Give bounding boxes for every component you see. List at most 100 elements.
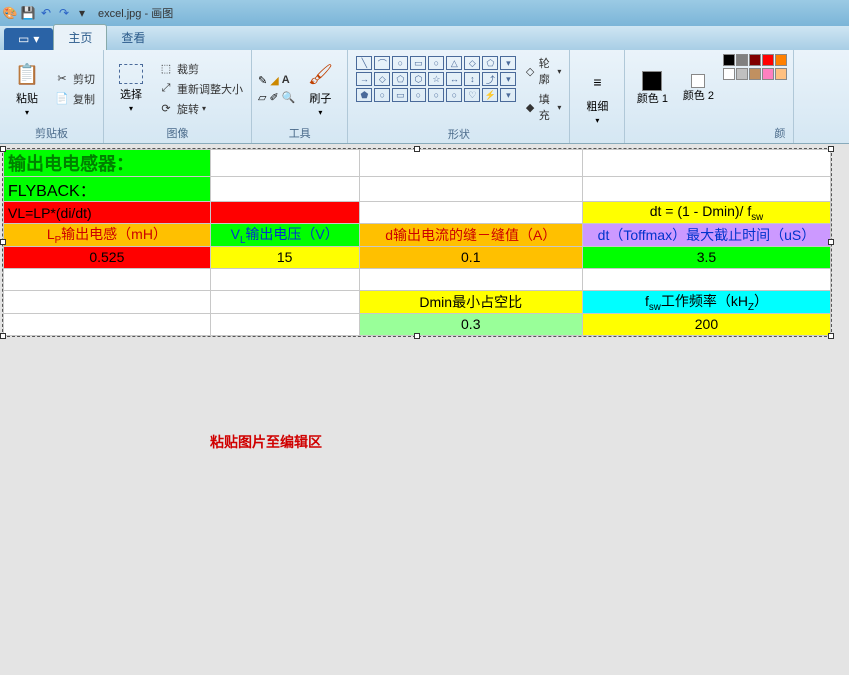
crop-button[interactable]: ⬚裁剪 [156, 60, 245, 78]
ribbon: 📋 粘贴 ▾ ✂剪切 📄复制 剪贴板 选择 ▾ ⬚裁剪 ⤢重新调整大小 ⟳旋转▾ [0, 50, 849, 144]
group-label: 颜 [631, 123, 787, 141]
undo-icon[interactable]: ↶ [38, 5, 54, 21]
dropdown-icon: ▾ [202, 104, 206, 113]
cell: VL输出电压（V） [210, 224, 359, 247]
group-image: 选择 ▾ ⬚裁剪 ⤢重新调整大小 ⟳旋转▾ 图像 [104, 50, 252, 143]
eraser-icon[interactable]: ▱ [258, 91, 266, 104]
outline-button[interactable]: ◇轮廓▾ [522, 54, 563, 88]
file-tab[interactable]: ▭▾ [4, 28, 53, 50]
file-dropdown-icon: ▾ [33, 32, 39, 46]
cut-button[interactable]: ✂剪切 [52, 70, 97, 88]
size-icon: ≡ [583, 68, 611, 96]
resize-button[interactable]: ⤢重新调整大小 [156, 80, 245, 98]
dropdown-icon: ▾ [25, 108, 29, 117]
document-title: excel.jpg - 画图 [98, 5, 173, 21]
quick-access-toolbar: 🎨 💾 ↶ ↷ ▾ [2, 5, 90, 21]
crop-icon: ⬚ [158, 61, 174, 77]
cell: 0.1 [359, 246, 582, 268]
save-icon[interactable]: 💾 [20, 5, 36, 21]
color1-button[interactable]: 颜色 1 [631, 54, 673, 123]
paste-icon: 📋 [13, 60, 41, 88]
text-icon[interactable]: A [282, 74, 290, 87]
app-icon: 🎨 [2, 5, 18, 21]
size-button[interactable]: ≡ 粗细 ▾ [576, 54, 618, 139]
palette-color[interactable] [749, 54, 761, 66]
sel-handle[interactable] [828, 146, 834, 152]
picker-icon[interactable]: ✐ [269, 91, 278, 104]
canvas-area[interactable]: 输出电电感器： FLYBACK： VL=LP*(di/dt) dt = (1 -… [0, 144, 849, 675]
sel-handle[interactable] [0, 239, 6, 245]
palette-color[interactable] [736, 54, 748, 66]
cell: FLYBACK： [4, 177, 211, 202]
dropdown-icon: ▾ [318, 108, 322, 117]
copy-icon: 📄 [54, 91, 70, 107]
palette-color[interactable] [775, 54, 787, 66]
brush-icon: 🖌 [306, 60, 334, 88]
color2-button[interactable]: 颜色 2 [677, 54, 719, 123]
cell: 15 [210, 246, 359, 268]
sel-handle[interactable] [414, 146, 420, 152]
fill-button[interactable]: ◆填充▾ [522, 90, 563, 124]
select-icon [119, 64, 143, 84]
palette-color[interactable] [723, 68, 735, 80]
group-label: 工具 [258, 123, 341, 141]
cell: 200 [582, 313, 830, 335]
redo-icon[interactable]: ↷ [56, 5, 72, 21]
group-label: 剪贴板 [6, 123, 97, 141]
cell: fsw工作频率（kHZ） [582, 290, 830, 313]
group-label: 形状 [354, 124, 563, 142]
outline-icon: ◇ [524, 63, 535, 79]
color-palette[interactable] [723, 54, 787, 123]
group-clipboard: 📋 粘贴 ▾ ✂剪切 📄复制 剪贴板 [0, 50, 104, 143]
sel-handle[interactable] [414, 333, 420, 339]
cut-icon: ✂ [54, 71, 70, 87]
fill-icon[interactable]: ◢ [270, 74, 278, 87]
palette-color[interactable] [762, 68, 774, 80]
sel-handle[interactable] [0, 146, 6, 152]
cell: Dmin最小占空比 [359, 290, 582, 313]
qat-dropdown-icon[interactable]: ▾ [74, 5, 90, 21]
dropdown-icon: ▾ [595, 116, 599, 125]
title-bar: 🎨 💾 ↶ ↷ ▾ excel.jpg - 画图 [0, 0, 849, 26]
pencil-icon[interactable]: ✎ [258, 74, 267, 87]
select-button[interactable]: 选择 ▾ [110, 54, 152, 123]
fill-shape-icon: ◆ [524, 99, 535, 115]
cell: 3.5 [582, 246, 830, 268]
ribbon-tabs: ▭▾ 主页 查看 [0, 26, 849, 50]
cell: dt = (1 - Dmin)/ fsw [582, 202, 830, 224]
sel-handle[interactable] [828, 239, 834, 245]
palette-color[interactable] [749, 68, 761, 80]
cell: dt（Toffmax）最大截止时间（uS） [582, 224, 830, 247]
color1-swatch [642, 71, 662, 91]
cell: 输出电电感器： [4, 150, 211, 177]
tab-home[interactable]: 主页 [53, 24, 107, 50]
resize-icon: ⤢ [158, 81, 174, 97]
paste-hint: 粘贴图片至编辑区 [210, 432, 322, 452]
copy-button[interactable]: 📄复制 [52, 90, 97, 108]
cell: d输出电流的缝－缝值（A） [359, 224, 582, 247]
file-menu-icon: ▭ [18, 32, 29, 46]
group-shapes: ╲⌒○▭○△◇⬠▾ →◇⬠⬡☆↔↕⤴▾ ⬟○▭○○○♡⚡▾ ◇轮廓▾ ◆填充▾ … [348, 50, 570, 143]
palette-color[interactable] [775, 68, 787, 80]
sel-handle[interactable] [828, 333, 834, 339]
palette-color[interactable] [736, 68, 748, 80]
group-size: ≡ 粗细 ▾ [570, 50, 625, 143]
tab-view[interactable]: 查看 [107, 25, 159, 50]
rotate-button[interactable]: ⟳旋转▾ [156, 100, 245, 118]
palette-color[interactable] [723, 54, 735, 66]
cell: LP输出电感（mH） [4, 224, 211, 247]
brush-button[interactable]: 🖌 刷子 ▾ [299, 54, 341, 123]
cell: VL=LP*(di/dt) [4, 202, 211, 224]
group-colors: 颜色 1 颜色 2 颜 [625, 50, 794, 143]
shape-gallery[interactable]: ╲⌒○▭○△◇⬠▾ →◇⬠⬡☆↔↕⤴▾ ⬟○▭○○○♡⚡▾ [354, 54, 518, 124]
palette-color[interactable] [762, 54, 774, 66]
color2-swatch [691, 74, 705, 88]
cell: 0.3 [359, 313, 582, 335]
paste-button[interactable]: 📋 粘贴 ▾ [6, 54, 48, 123]
sel-handle[interactable] [0, 333, 6, 339]
dropdown-icon: ▾ [129, 104, 133, 113]
rotate-icon: ⟳ [158, 101, 174, 117]
zoom-icon[interactable]: 🔍 [282, 91, 296, 104]
selection-box[interactable]: 输出电电感器： FLYBACK： VL=LP*(di/dt) dt = (1 -… [2, 148, 832, 337]
spreadsheet-image: 输出电电感器： FLYBACK： VL=LP*(di/dt) dt = (1 -… [3, 149, 831, 336]
